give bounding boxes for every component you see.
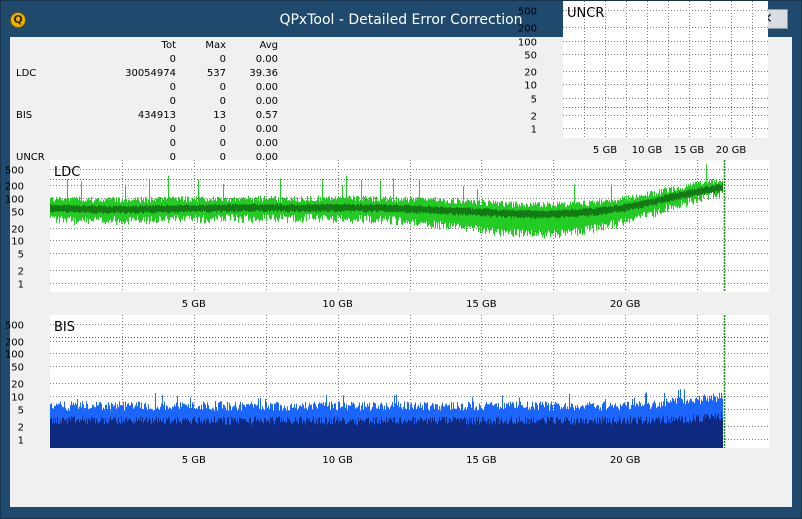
client-area: Tot Max Avg 0 0 0.00 LDC 30054974 537 39.36 0…: [5, 1, 792, 507]
y-tick-label: 2: [18, 423, 24, 434]
y-tick-label: 50: [11, 363, 24, 374]
y-tick-label: 10: [11, 393, 24, 404]
y-tick-label: 5: [18, 406, 24, 417]
y-tick-label: 500: [5, 321, 24, 332]
y-tick-label: 100: [5, 350, 24, 361]
x-tick-label: 10 GB: [322, 455, 353, 466]
x-tick-label: 15 GB: [466, 455, 497, 466]
chart-title: BIS: [54, 320, 75, 335]
y-tick-label: 20: [11, 380, 24, 391]
app-window: Q QPxTool - Detailed Error Correction ✕ …: [0, 0, 802, 519]
x-tick-label: 5 GB: [182, 455, 206, 466]
x-tick-label: 20 GB: [610, 455, 641, 466]
y-tick-label: 200: [5, 338, 24, 349]
y-tick-label: 1: [18, 436, 24, 447]
bis-chart: 5002001005020105215 GB 10 GB 15 GB 20 GBBIS: [5, 315, 769, 466]
